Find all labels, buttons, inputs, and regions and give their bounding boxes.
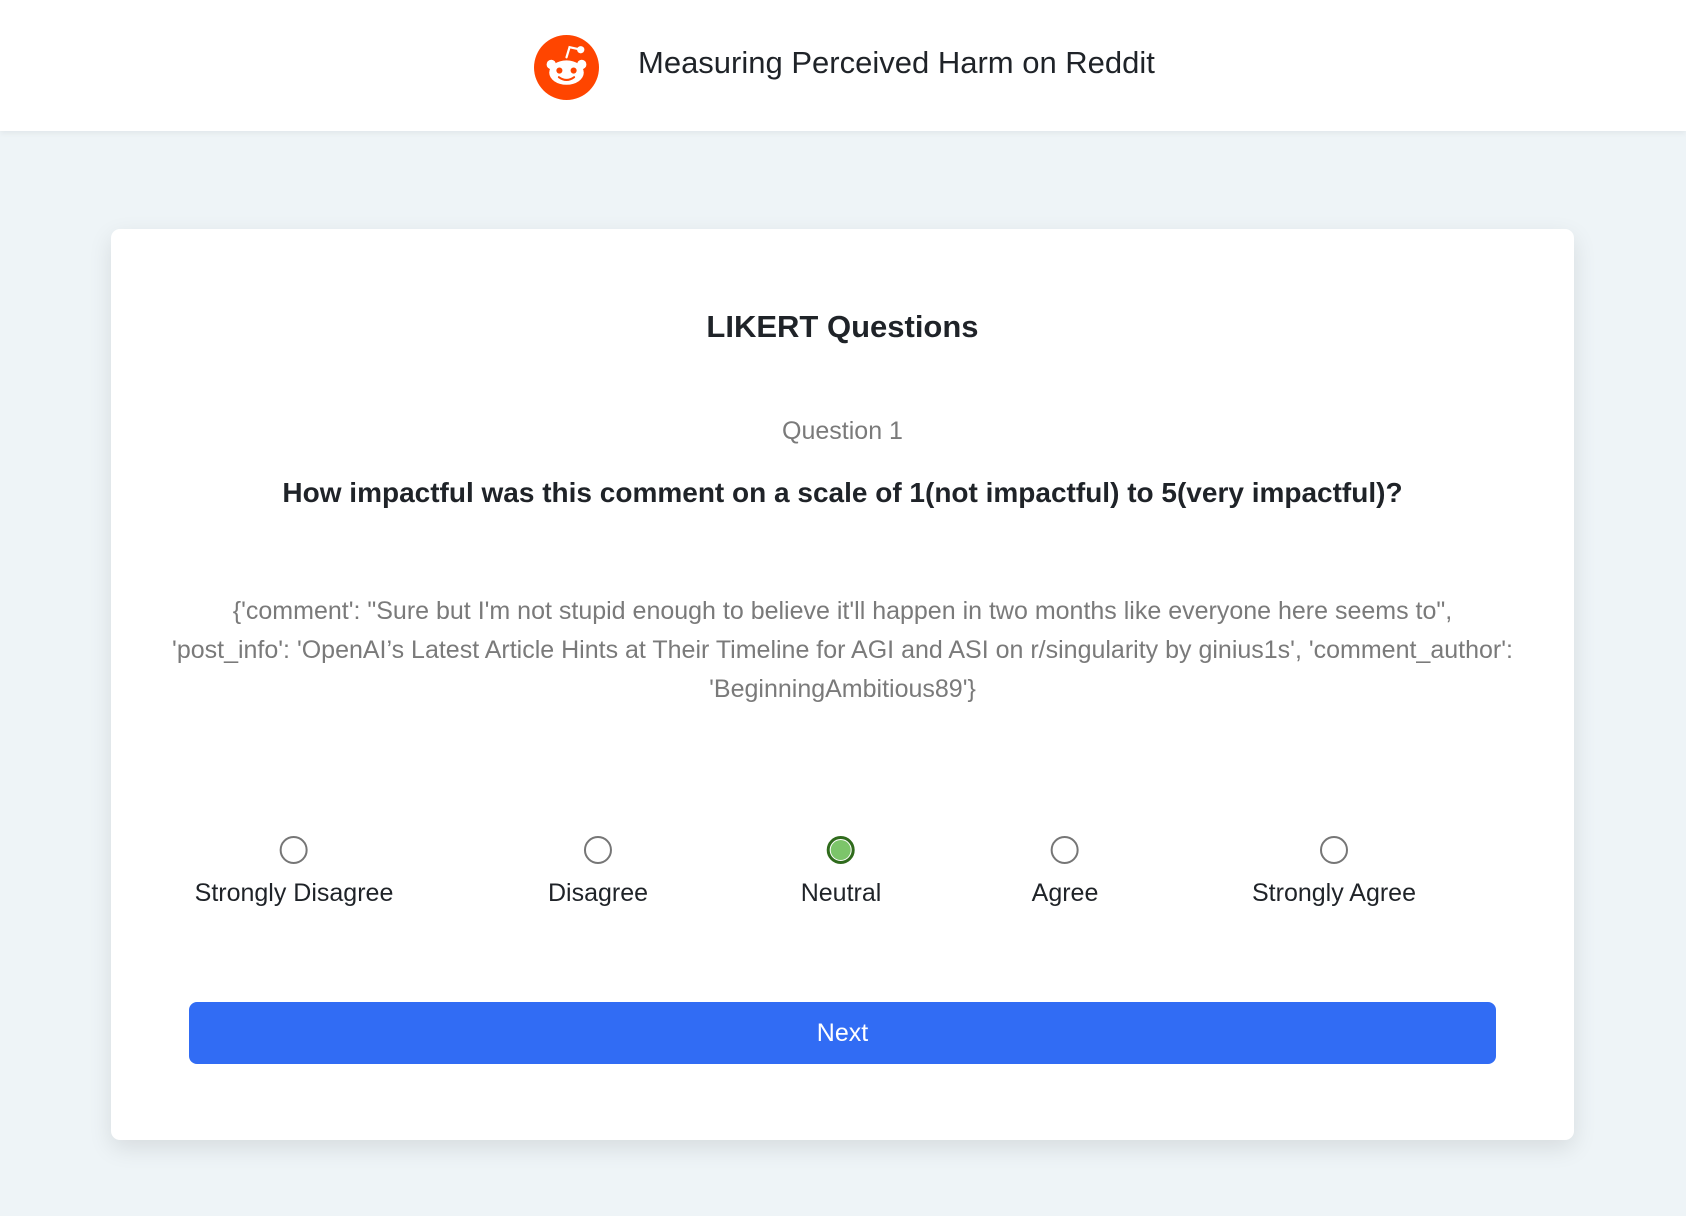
radio-button[interactable]: [1051, 836, 1079, 864]
next-button[interactable]: Next: [189, 1002, 1496, 1064]
reddit-logo-icon[interactable]: [534, 35, 599, 100]
option-label: Strongly Disagree: [194, 879, 394, 907]
option-neutral[interactable]: Neutral: [800, 836, 882, 908]
card-title: LIKERT Questions: [706, 309, 979, 344]
comment-text: {'comment': "Sure but I'm not stupid eno…: [172, 597, 1513, 703]
option-label: Agree: [1031, 879, 1099, 907]
question-text: How impactful was this comment on a scal…: [282, 477, 1403, 508]
radio-button[interactable]: [584, 836, 612, 864]
header-bar: Measuring Perceived Harm on Reddit: [0, 0, 1686, 131]
option-agree[interactable]: Agree: [1031, 836, 1099, 908]
option-label: Neutral: [800, 879, 882, 907]
option-strongly-disagree[interactable]: Strongly Disagree: [194, 836, 394, 908]
radio-button[interactable]: [280, 836, 308, 864]
option-label: Strongly Agree: [1252, 879, 1416, 907]
option-strongly-agree[interactable]: Strongly Agree: [1252, 836, 1416, 908]
option-label: Disagree: [547, 879, 649, 907]
question-number: Question 1: [782, 417, 903, 445]
option-disagree[interactable]: Disagree: [548, 836, 648, 908]
question-card: LIKERT Questions Question 1 How impactfu…: [111, 229, 1574, 1140]
radio-button[interactable]: [1320, 836, 1348, 864]
app-title: Measuring Perceived Harm on Reddit: [638, 45, 1155, 80]
radio-button[interactable]: [827, 836, 855, 864]
